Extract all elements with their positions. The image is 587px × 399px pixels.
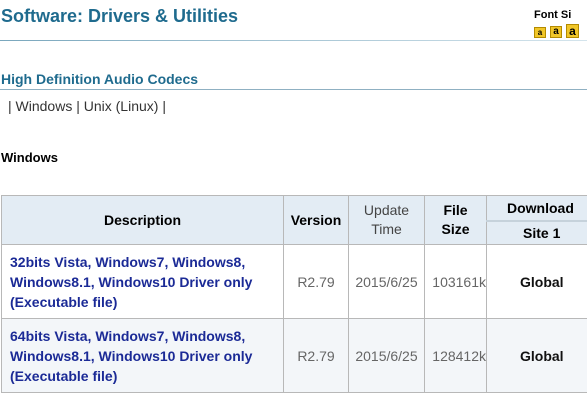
page-title: Software: Drivers & Utilities (1, 6, 239, 26)
os-nav-separator: | (162, 98, 166, 114)
header-file-size-line2: Size (441, 221, 470, 237)
group-heading: Windows (1, 150, 58, 165)
header-file-size: File Size (424, 195, 487, 245)
downloads-table: Description Version Update Time File Siz… (1, 195, 587, 393)
font-size-buttons: a a a (534, 24, 587, 38)
section-divider (0, 89, 587, 90)
driver-link[interactable]: 32bits Vista, Windows7, Windows8, Window… (10, 254, 252, 310)
description-cell: 32bits Vista, Windows7, Windows8, Window… (1, 244, 284, 319)
header-update-time: Update Time (348, 195, 425, 245)
os-nav: | Windows | Unix (Linux) | (8, 98, 166, 114)
section-title: High Definition Audio Codecs (1, 71, 199, 87)
driver-link[interactable]: 64bits Vista, Windows7, Windows8, Window… (10, 328, 252, 384)
font-large-button[interactable]: a (566, 24, 579, 38)
header-description: Description (1, 195, 284, 245)
header-version: Version (283, 195, 349, 245)
table-row: 64bits Vista, Windows7, Windows8, Window… (1, 318, 587, 393)
description-cell: 64bits Vista, Windows7, Windows8, Window… (1, 318, 284, 393)
update-time-cell: 2015/6/25 (348, 244, 425, 319)
font-size-control: Font Si a a a (534, 9, 587, 38)
font-small-button[interactable]: a (534, 27, 546, 38)
header-update-time-line2: Time (371, 221, 402, 237)
os-nav-separator: | (8, 98, 12, 114)
header-site1: Site 1 (486, 220, 587, 245)
os-nav-separator: | (76, 98, 80, 114)
update-time-cell: 2015/6/25 (348, 318, 425, 393)
table-row: 32bits Vista, Windows7, Windows8, Window… (1, 244, 587, 319)
version-cell: R2.79 (283, 244, 349, 319)
font-size-label: Font Si (534, 9, 572, 21)
os-nav-unix-link[interactable]: Unix (Linux) (84, 98, 159, 114)
header-download: Download (486, 195, 587, 222)
os-nav-windows-link[interactable]: Windows (16, 98, 73, 114)
file-size-cell: 128412k (424, 318, 487, 393)
header-update-time-line1: Update (363, 202, 410, 218)
file-size-cell: 103161k (424, 244, 487, 319)
title-divider (0, 40, 587, 41)
font-medium-button[interactable]: a (550, 26, 562, 38)
header-file-size-line1: File (443, 202, 468, 218)
version-cell: R2.79 (283, 318, 349, 393)
download-global-link[interactable]: Global (486, 244, 587, 319)
download-global-link[interactable]: Global (486, 318, 587, 393)
